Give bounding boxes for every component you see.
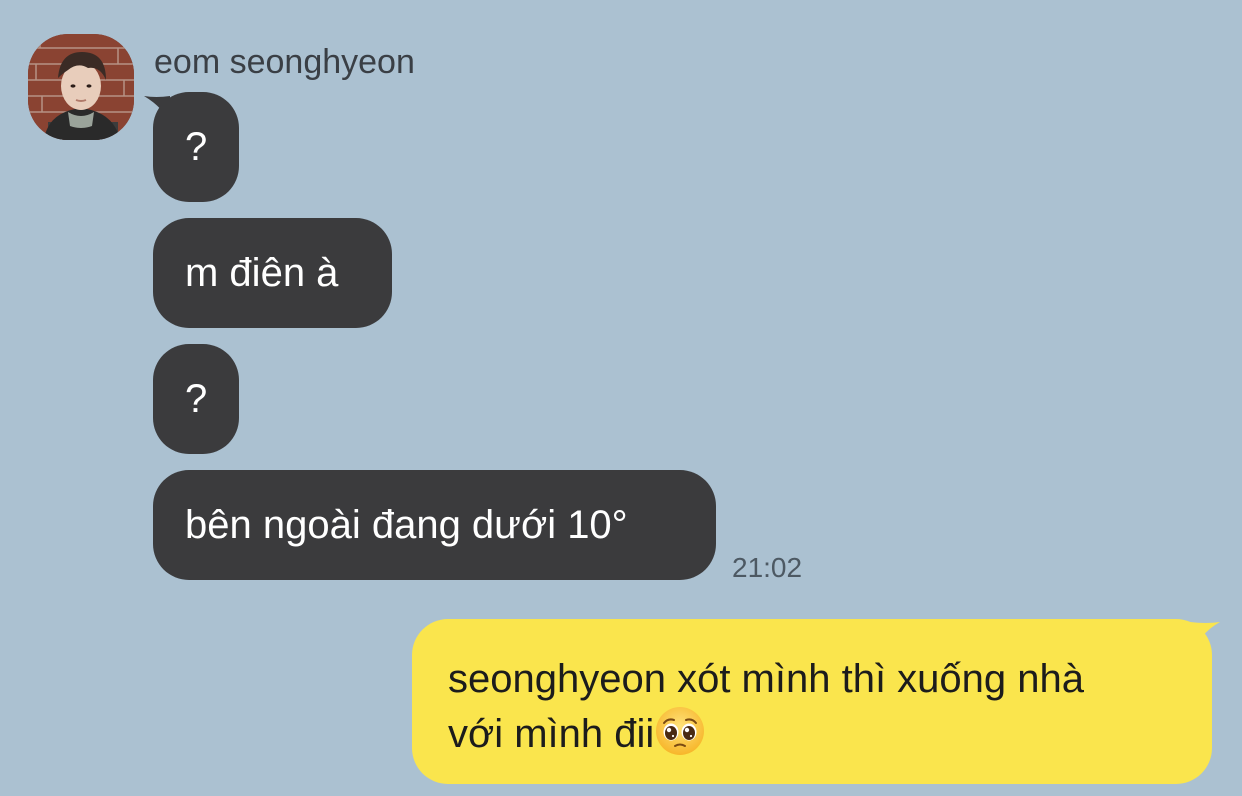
message-text-line-2: với mình đii (448, 705, 1176, 760)
message-text: với mình đii (448, 712, 655, 756)
message-text: bên ngoài đang dưới 10° (185, 503, 628, 547)
incoming-message-bubble[interactable]: ? (153, 344, 239, 454)
pleading-face-emoji-icon (654, 705, 706, 757)
message-text-line-1: seonghyeon xót mình thì xuống nhà (448, 657, 1085, 701)
sender-name: eom seonghyeon (154, 43, 415, 81)
message-text: ? (185, 125, 208, 169)
message-text: m điên à (185, 251, 339, 295)
message-timestamp: 21:02 (732, 552, 803, 583)
incoming-message-bubble[interactable]: bên ngoài đang dưới 10° (153, 470, 716, 580)
sender-avatar[interactable] (28, 34, 134, 140)
incoming-message-bubble[interactable]: ? (153, 92, 239, 202)
incoming-message-bubble[interactable]: m điên à (153, 218, 392, 328)
message-text: ? (185, 377, 208, 421)
outgoing-message-bubble[interactable]: seonghyeon xót mình thì xuống nhà với mì… (412, 619, 1212, 784)
